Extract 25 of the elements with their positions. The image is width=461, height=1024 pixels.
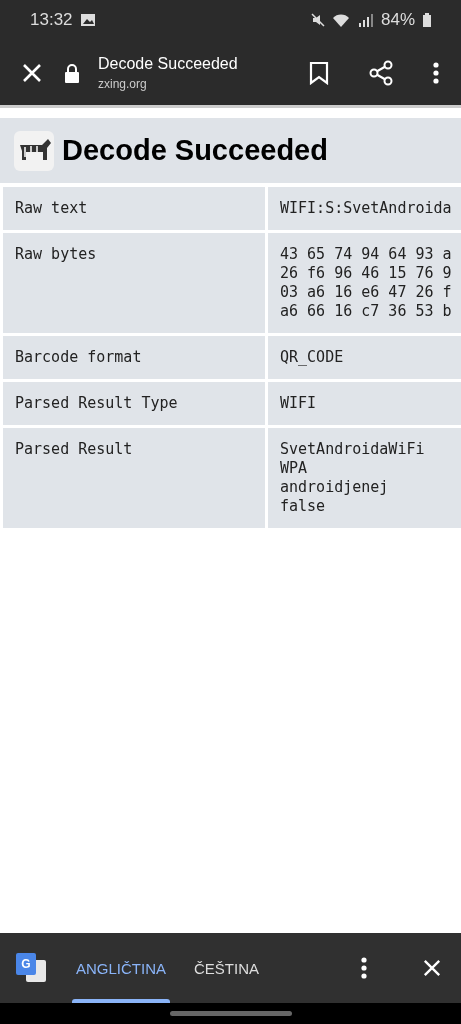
- dots-icon: [361, 957, 367, 979]
- page-url: zxing.org: [98, 76, 148, 91]
- image-icon: [80, 14, 95, 26]
- table-cell: Raw bytes: [3, 233, 265, 333]
- battery-level: 84%: [380, 10, 415, 30]
- table-cell: WIFI: [268, 382, 461, 425]
- mute-icon: [310, 13, 325, 27]
- table-cell: QR_CODE: [268, 336, 461, 379]
- table-cell: Parsed Result Type: [3, 382, 265, 425]
- table-cell: Parsed Result: [3, 428, 265, 528]
- signal-icon: [356, 13, 373, 27]
- language-tab[interactable]: ANGLIČTINA: [72, 933, 170, 1003]
- table-cell: WIFI:S:SvetAndroida: [268, 187, 461, 230]
- table-cell: Raw text: [3, 187, 265, 230]
- table-cell: 43 65 74 94 64 93 a 26 f6 96 46 15 76 9 03 a6 16 e6 47 26 f a6 66 16 c7 36 53 b: [268, 233, 461, 333]
- page-heading: Decode Succeeded: [62, 134, 328, 167]
- battery-icon: [423, 13, 431, 27]
- wifi-icon: [332, 13, 349, 27]
- language-tab[interactable]: ČEŠTINA: [190, 933, 264, 1003]
- lock-icon: [64, 62, 80, 83]
- page-title: Decode Succeeded: [98, 54, 239, 73]
- table-cell: Barcode format: [3, 336, 265, 379]
- table-cell: SvetAndroidaWiFi WPA androidjenej false: [268, 428, 461, 528]
- status-time: 13:32: [30, 10, 73, 30]
- dots-icon: [433, 61, 439, 84]
